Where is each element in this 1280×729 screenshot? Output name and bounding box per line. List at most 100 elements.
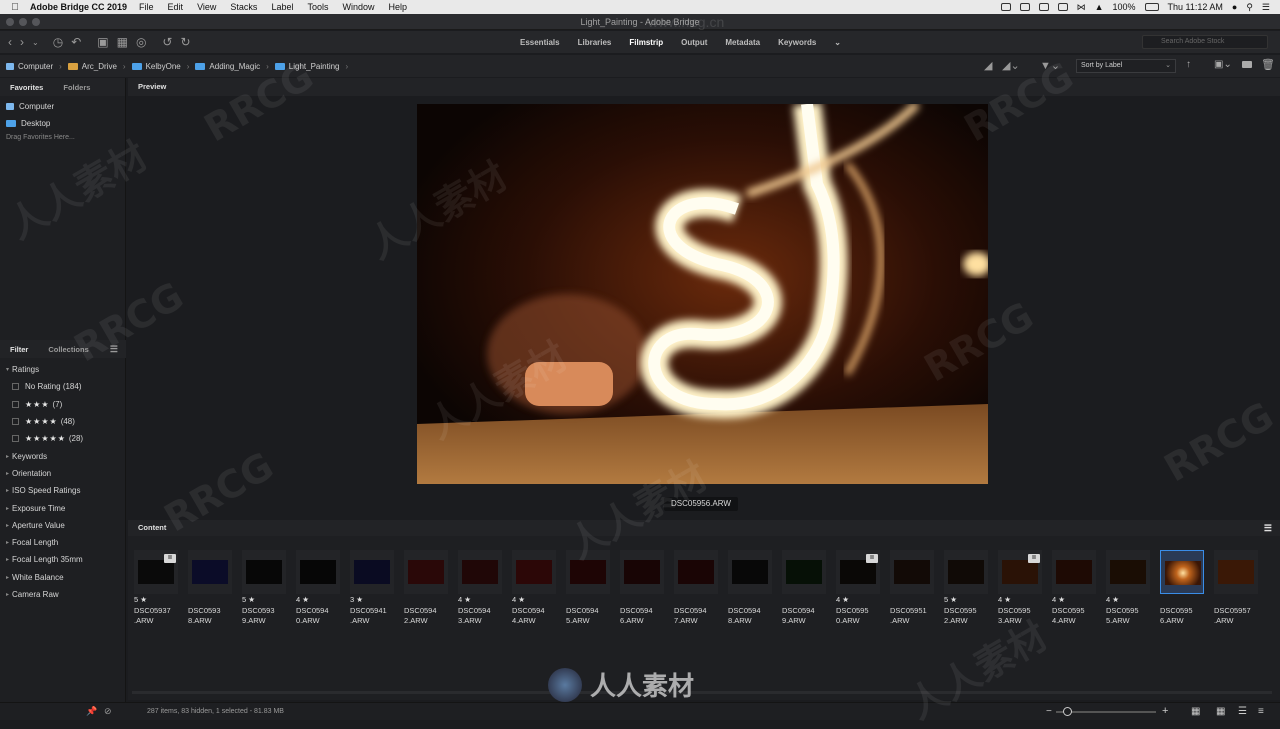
filter-group-exposure[interactable]: ▸ Exposure Time (0, 499, 126, 516)
trash-icon[interactable]: 🗑 (1261, 58, 1275, 71)
workspace-output[interactable]: Output (681, 38, 707, 47)
open-recent-icon[interactable]: ▣⌄ (1214, 59, 1232, 70)
view-options-icon[interactable]: ≡ (1258, 703, 1264, 720)
minimize-window-button[interactable] (19, 18, 27, 26)
menu-file[interactable]: File (139, 2, 154, 12)
rotate-right-icon[interactable]: ↻ (180, 35, 190, 49)
thumbnail[interactable] (944, 550, 988, 594)
thumbnail-rating[interactable] (404, 595, 456, 606)
workspace-essentials[interactable]: Essentials (520, 38, 560, 47)
camera-import-icon[interactable]: ▣ (97, 35, 108, 49)
preview-image[interactable] (417, 104, 988, 484)
list-view-icon[interactable]: ☰ (1238, 703, 1247, 720)
thumbnail-rating[interactable]: 4 ★ (998, 595, 1050, 606)
rating-filter-5[interactable]: ★★★★★ (28) (0, 430, 126, 447)
filmstrip-scrollbar[interactable] (132, 691, 1272, 694)
tab-collections[interactable]: Collections (48, 345, 88, 354)
filter-group-focal-length-35[interactable]: ▸ Focal Length 35mm (0, 551, 126, 568)
thumbnail[interactable] (728, 550, 772, 594)
tab-preview[interactable]: Preview (128, 78, 1280, 96)
thumbnail-rating[interactable] (1160, 595, 1212, 606)
stack-badge-icon[interactable]: ≣ (866, 554, 878, 563)
panel-menu-icon[interactable]: ☰ (1264, 520, 1272, 536)
battery-level[interactable]: 100% (1112, 2, 1135, 12)
thumbnail-rating[interactable] (890, 595, 942, 606)
favorite-computer[interactable]: Computer (0, 98, 125, 115)
filter-group-camera-raw[interactable]: ▸ Camera Raw (0, 586, 126, 603)
bluetooth-icon[interactable]: ⋈ (1077, 2, 1086, 13)
thumbnail[interactable] (620, 550, 664, 594)
filter-group-aperture[interactable]: ▸ Aperture Value (0, 517, 126, 534)
breadcrumb-light-painting[interactable]: Light_Painting (274, 62, 340, 71)
chevron-down-icon[interactable]: ⌄ (32, 38, 39, 47)
thumbnail[interactable] (242, 550, 286, 594)
tab-filter[interactable]: Filter (10, 345, 28, 354)
recent-files-icon[interactable]: ◷ (53, 35, 63, 49)
details-view-icon[interactable]: ▦ (1216, 703, 1225, 720)
thumbnail-rating[interactable]: 4 ★ (1106, 595, 1158, 606)
thumbnail[interactable]: ≣ (836, 550, 880, 594)
thumbnail-rating[interactable] (1214, 595, 1266, 606)
thumbnail[interactable] (1214, 550, 1258, 594)
status-icon[interactable] (1000, 3, 1011, 11)
thumbnail-rating[interactable] (674, 595, 726, 606)
open-in-camera-raw-icon[interactable]: ◎ (136, 35, 146, 49)
spotlight-icon[interactable]: ⚲ (1246, 2, 1253, 13)
user-icon[interactable]: ● (1232, 2, 1237, 12)
thumbnail[interactable] (890, 550, 934, 594)
rating-filter-none[interactable]: No Rating (184) (0, 378, 126, 395)
breadcrumb-computer[interactable]: Computer (6, 62, 53, 71)
stack-badge-icon[interactable]: ≣ (164, 554, 176, 563)
thumbnail-rating[interactable] (188, 595, 240, 606)
menu-stacks[interactable]: Stacks (230, 2, 257, 12)
thumbnail-rating[interactable] (728, 595, 780, 606)
menu-edit[interactable]: Edit (168, 2, 184, 12)
thumbnail[interactable] (512, 550, 556, 594)
thumbnail-rating[interactable]: 5 ★ (134, 595, 186, 606)
thumbnail-rating[interactable]: 5 ★ (944, 595, 996, 606)
thumbnail[interactable]: ≣ (998, 550, 1042, 594)
search-adobe-stock-input[interactable]: Search Adobe Stock (1142, 35, 1268, 49)
sort-ascending-icon[interactable]: ↑ (1186, 59, 1191, 70)
no-entry-icon[interactable]: ⊘ (104, 703, 112, 720)
thumbnail[interactable] (566, 550, 610, 594)
thumbnail[interactable]: ≣ (134, 550, 178, 594)
thumbnail[interactable] (782, 550, 826, 594)
wifi-icon[interactable]: ▲ (1095, 2, 1104, 12)
tab-favorites[interactable]: Favorites (10, 83, 43, 92)
tab-content[interactable]: Content ☰ (128, 520, 1280, 536)
menu-label[interactable]: Label (271, 2, 293, 12)
thumbnail[interactable] (1106, 550, 1150, 594)
thumbnail-rating[interactable]: 4 ★ (458, 595, 510, 606)
thumbnail-rating[interactable] (620, 595, 672, 606)
thumbnail-rating[interactable] (782, 595, 834, 606)
thumbnail-rating[interactable] (566, 595, 618, 606)
thumbnail-rating[interactable]: 4 ★ (512, 595, 564, 606)
thumbnail-rating[interactable]: 4 ★ (296, 595, 348, 606)
tab-folders[interactable]: Folders (63, 83, 90, 92)
breadcrumb-kelbyone[interactable]: KelbyOne (131, 62, 181, 71)
clock[interactable]: Thu 11:12 AM (1168, 2, 1223, 12)
new-folder-icon[interactable] (1242, 61, 1252, 70)
thumbnail-rating[interactable]: 5 ★ (242, 595, 294, 606)
thumbnail[interactable] (404, 550, 448, 594)
filter-group-focal-length[interactable]: ▸ Focal Length (0, 534, 126, 551)
checkbox[interactable] (12, 418, 19, 426)
zoom-window-button[interactable] (32, 18, 40, 26)
workspace-filmstrip[interactable]: Filmstrip (629, 38, 663, 47)
quality-options-icon[interactable]: ◢ (984, 59, 992, 72)
checkbox[interactable] (12, 435, 19, 443)
filter-group-white-balance[interactable]: ▸ White Balance (0, 569, 126, 586)
workspace-more-chevron-icon[interactable]: ⌄ (834, 38, 841, 47)
apple-menu-icon[interactable]:  (0, 2, 30, 13)
thumbnail[interactable] (296, 550, 340, 594)
forward-icon[interactable]: › (20, 35, 24, 49)
grid-view-icon[interactable]: ▦ (1191, 703, 1200, 720)
filter-group-keywords[interactable]: ▸ Keywords (0, 447, 126, 464)
checkbox[interactable] (12, 383, 19, 391)
breadcrumb-arc-drive[interactable]: Arc_Drive (67, 62, 117, 71)
filter-group-ratings[interactable]: ▾ Ratings (0, 361, 126, 378)
status-icon[interactable] (1038, 3, 1049, 11)
thumbnail[interactable] (674, 550, 718, 594)
close-window-button[interactable] (6, 18, 14, 26)
